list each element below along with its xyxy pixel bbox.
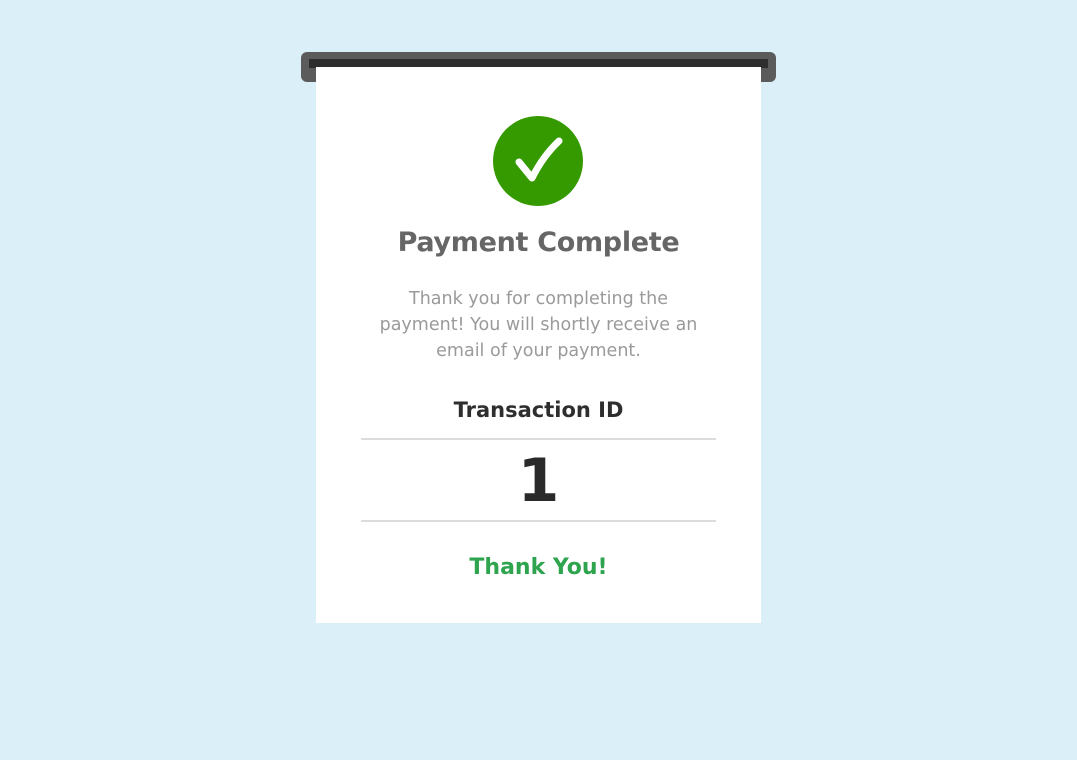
page-title: Payment Complete: [397, 227, 680, 258]
thank-you-text: Thank You!: [469, 555, 608, 580]
transaction-id-value: 1: [517, 446, 560, 516]
transaction-id-label: Transaction ID: [453, 398, 624, 422]
divider-bottom: [361, 520, 716, 522]
payment-receipt: Payment Complete Thank you for completin…: [316, 67, 761, 623]
confirmation-message: Thank you for completing the payment! Yo…: [379, 289, 698, 361]
divider-top: [361, 438, 716, 440]
checkmark-icon: [515, 137, 563, 182]
check-circle-icon: [493, 116, 583, 206]
